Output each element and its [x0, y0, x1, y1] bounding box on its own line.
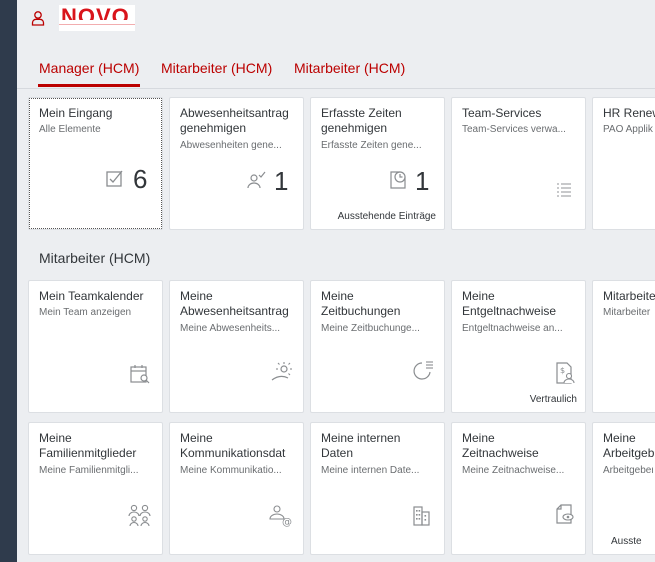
tile-subtitle: Meine Kommunikatio... — [180, 465, 282, 476]
tile-footer: Ausste — [611, 536, 642, 547]
payslip-icon: $ — [556, 362, 575, 384]
tile-title: Mein Teamkalender — [39, 289, 144, 303]
tile-title: Team-Services — [462, 106, 542, 120]
tile-title: Meine Kommunikationsdat — [180, 431, 286, 460]
tile-footer: Ausstehende Einträge — [337, 211, 436, 222]
tab-mitarbeiter-hcm[interactable]: Mitarbeiter (HCM) — [161, 60, 272, 76]
time-document-icon — [390, 171, 406, 189]
tab-mitarbeiter-hcm-2[interactable]: Mitarbeiter (HCM) — [294, 60, 405, 76]
tile-title: Mein Eingang — [39, 106, 113, 120]
building-icon — [413, 506, 430, 526]
family-icon — [128, 504, 151, 527]
tile-meine-abwesenheitsantraege[interactable]: Meine Abwesenheitsantrag Meine Abwesenhei… — [169, 280, 304, 413]
calendar-search-icon — [130, 365, 150, 384]
person-check-icon — [247, 171, 266, 189]
checkbox-icon — [106, 170, 123, 187]
tile-subtitle: Mein Team anzeigen — [39, 307, 132, 318]
tile-count: 6 — [133, 164, 148, 194]
tile-subtitle: Meine internen Date... — [321, 465, 420, 476]
tile-title: Meine internen Daten — [321, 431, 401, 460]
svg-text:$: $ — [560, 366, 565, 375]
tile-erfasste-zeiten-genehmigen[interactable]: Erfasste Zeiten genehmigen Erfasste Zeite… — [310, 97, 445, 230]
tile-title: Erfasste Zeiten genehmigen — [321, 106, 402, 135]
tile-title: Meine Arbeitgeb — [603, 431, 655, 460]
tile-meine-entgeltnachweise[interactable]: Meine Entgeltnachweise Entgeltnachweise a… — [451, 280, 586, 413]
tile-meine-zeitnachweise[interactable]: Meine Zeitnachweise Meine Zeitnachweise..… — [451, 422, 586, 555]
user-icon[interactable] — [31, 10, 45, 26]
company-logo[interactable]: NOVO — [59, 5, 135, 31]
tile-subtitle: Meine Familienmitgli... — [39, 465, 139, 476]
tile-subtitle: Meine Zeitnachweise... — [462, 465, 565, 476]
tile-subtitle: Arbeitgeber — [603, 465, 653, 476]
tile-meine-zeitbuchungen[interactable]: Meine Zeitbuchungen Meine Zeitbuchunge... — [310, 280, 445, 413]
time-list-icon — [413, 361, 433, 380]
tile-title: Meine Abwesenheitsantrag — [180, 289, 289, 318]
tile-subtitle: Meine Abwesenheits... — [180, 323, 281, 334]
tile-footer: Vertraulich — [529, 394, 577, 405]
document-view-icon — [556, 504, 574, 524]
tile-subtitle: Meine Zeitbuchunge... — [321, 323, 420, 334]
svg-text:@: @ — [282, 517, 292, 527]
contact-email-icon: @ — [269, 505, 292, 527]
tile-mein-eingang[interactable]: Mein Eingang Alle Elemente 6 — [28, 97, 163, 230]
leisure-sun-icon — [271, 362, 292, 381]
tile-count: 1 — [415, 166, 430, 196]
tile-mein-teamkalender[interactable]: Mein Teamkalender Mein Team anzeigen — [28, 280, 163, 413]
group-title: Mitarbeiter (HCM) — [39, 250, 151, 266]
tile-hr-renewal[interactable]: HR Renew PAO Applik — [592, 97, 655, 230]
tile-title: Abwesenheitsantrag genehmigen — [180, 106, 289, 135]
group-tabs: Manager (HCM) Mitarbeiter (HCM) Mitarbei… — [17, 58, 655, 89]
tile-count: 1 — [274, 166, 289, 196]
tile-title: Meine Zeitnachweise — [462, 431, 539, 460]
list-icon — [557, 183, 571, 197]
tile-meine-internen-daten[interactable]: Meine internen Daten Meine internen Date.… — [310, 422, 445, 555]
tile-subtitle: Alle Elemente — [39, 124, 101, 135]
tile-subtitle: PAO Applik — [603, 124, 653, 135]
tile-subtitle: Abwesenheiten gene... — [180, 140, 282, 151]
tile-subtitle: Entgeltnachweise an... — [462, 323, 563, 334]
shell-header: NOVO — [17, 0, 655, 36]
tab-manager-hcm[interactable]: Manager (HCM) — [37, 60, 141, 87]
tile-title: Meine Familienmitglieder — [39, 431, 137, 460]
tile-title: HR Renew — [603, 106, 655, 120]
tile-meine-arbeitgeber[interactable]: Meine Arbeitgeb Arbeitgeber Ausste — [592, 422, 655, 555]
tile-meine-familienmitglieder[interactable]: Meine Familienmitglieder Meine Familienmi… — [28, 422, 163, 555]
tile-team-services[interactable]: Team-Services Team-Services verwa... — [451, 97, 586, 230]
tile-abwesenheitsantrag-genehmigen[interactable]: Abwesenheitsantrag genehmigen Abwesenheit… — [169, 97, 304, 230]
tile-title: Meine Entgeltnachweise — [462, 289, 557, 318]
tile-mitarbeiter[interactable]: Mitarbeite Mitarbeiter — [592, 280, 655, 413]
tile-subtitle: Erfasste Zeiten gene... — [321, 140, 422, 151]
tile-subtitle: Mitarbeiter — [603, 307, 651, 318]
tile-subtitle: Team-Services verwa... — [462, 124, 566, 135]
tile-title: Mitarbeite — [603, 289, 655, 303]
tile-meine-kommunikationsdaten[interactable]: Meine Kommunikationsdat Meine Kommunikati… — [169, 422, 304, 555]
launchpad-shell: NOVO Manager (HCM) Mitarbeiter (HCM) Mit… — [17, 0, 655, 562]
tile-title: Meine Zeitbuchungen — [321, 289, 401, 318]
